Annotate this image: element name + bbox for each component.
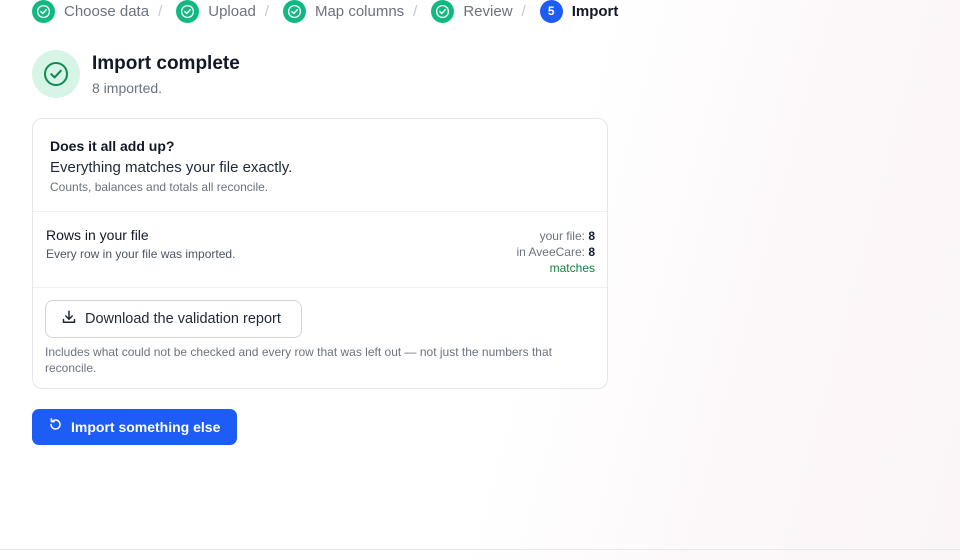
step-choose-data[interactable]: Choose data / [32, 0, 176, 23]
file-count: your file: 8 [516, 228, 595, 244]
step-separator: / [413, 2, 418, 20]
step-upload[interactable]: Upload / [176, 0, 283, 23]
step-label: Map columns [314, 2, 405, 20]
import-stepper: Choose data / Upload / Map columns / Rev… [32, 0, 619, 23]
rows-check-description: Every row in your file was imported. [46, 247, 236, 261]
rows-check: Rows in your file Every row in your file… [33, 212, 607, 288]
step-check-icon [32, 0, 55, 23]
check-circle-icon [32, 50, 80, 98]
rows-check-title: Rows in your file [46, 227, 149, 243]
step-separator: / [264, 2, 269, 20]
step-review[interactable]: Review / [431, 0, 539, 23]
step-separator: / [158, 2, 163, 20]
step-label: Review [463, 2, 513, 20]
step-check-icon [176, 0, 200, 23]
file-count-value: 8 [588, 229, 595, 243]
report-footnote: Includes what could not be checked and e… [45, 345, 552, 375]
step-number-badge: 5 [539, 0, 563, 23]
import-something-else-label: Import something else [71, 419, 221, 435]
app-count-label: in AveeCare: [516, 245, 585, 259]
validation-question: Does it all add up? [50, 138, 175, 154]
download-report-label: Download the validation report [85, 311, 281, 327]
app-count: in AveeCare: 8 [516, 244, 595, 260]
match-status: matches [549, 261, 595, 275]
validation-note: Counts, balances and totals all reconcil… [50, 180, 269, 194]
step-import: 5 Import [539, 0, 619, 23]
rows-check-stats: your file: 8 in AveeCare: 8 matches [516, 228, 595, 276]
step-map-columns[interactable]: Map columns / [282, 0, 431, 23]
import-page: Choose data / Upload / Map columns / Rev… [0, 0, 960, 560]
step-label: Upload [208, 2, 256, 20]
app-count-value: 8 [588, 245, 595, 259]
import-something-else-button[interactable]: Import something else [32, 409, 237, 445]
validation-card: Does it all add up? Everything matches y… [32, 118, 608, 389]
page-title: Import complete [92, 53, 240, 74]
step-separator: / [521, 2, 526, 20]
step-label: Choose data [64, 2, 150, 20]
download-icon [61, 309, 77, 330]
refresh-icon [48, 417, 63, 437]
download-report-button[interactable]: Download the validation report [45, 300, 302, 338]
validation-answer: Everything matches your file exactly. [50, 159, 293, 176]
footer-divider [0, 549, 960, 550]
step-check-icon [282, 0, 306, 23]
validation-summary: Does it all add up? Everything matches y… [33, 119, 607, 212]
step-label: Import [571, 2, 619, 20]
file-count-label: your file: [539, 229, 585, 243]
import-count: 8 imported. [92, 80, 163, 96]
step-check-icon [431, 0, 455, 23]
